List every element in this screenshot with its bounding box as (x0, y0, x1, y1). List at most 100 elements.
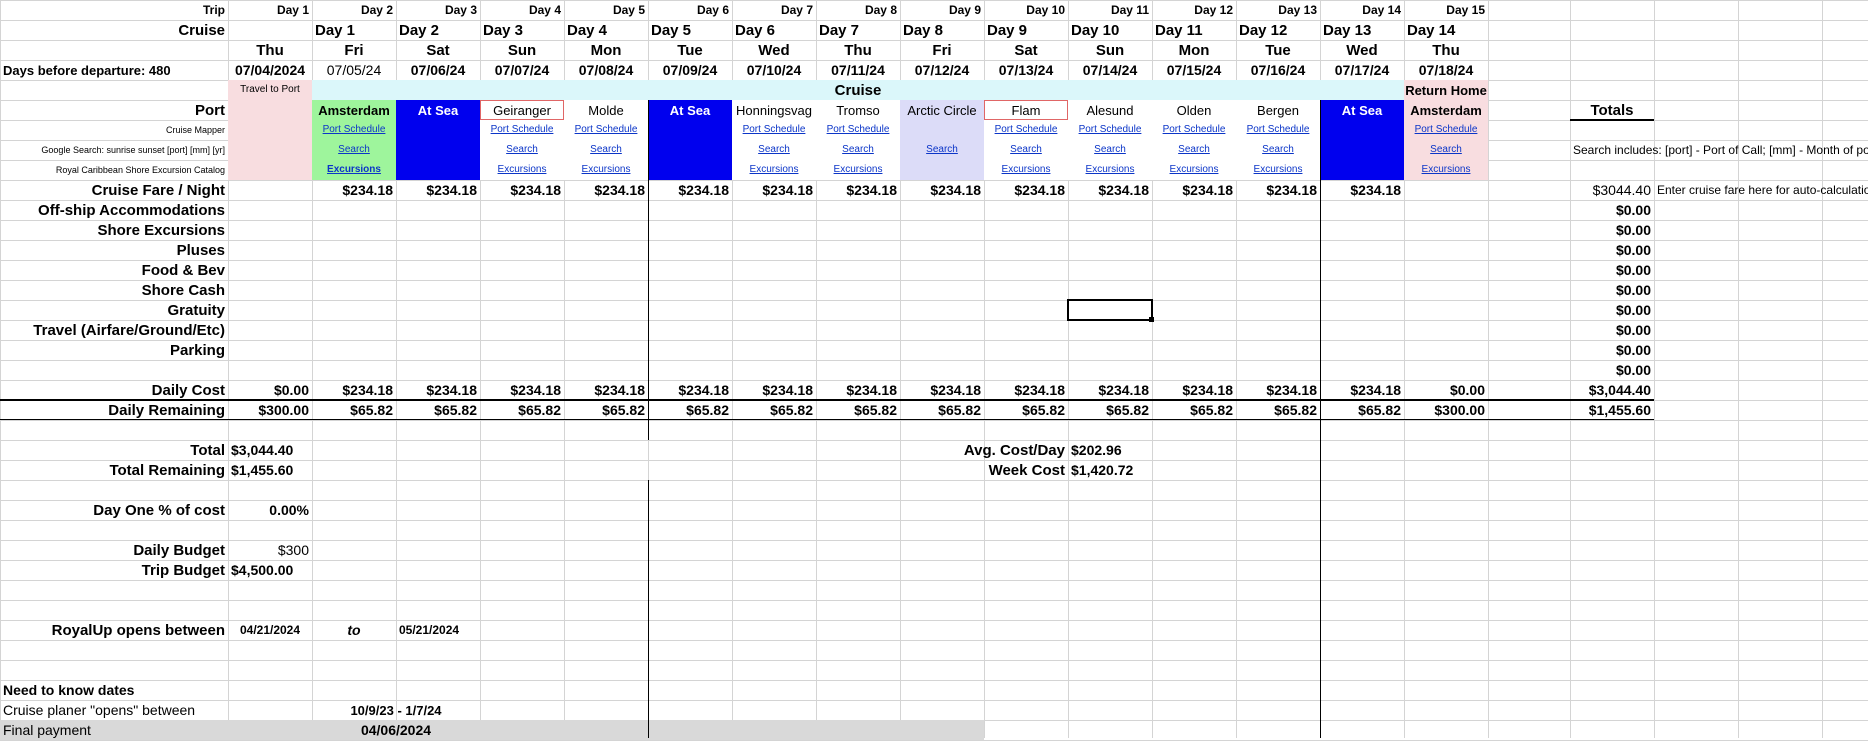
total-remaining-value: $1,455.60 (231, 462, 294, 478)
expense-value[interactable]: $234.18 (396, 180, 480, 200)
expense-value[interactable]: $234.18 (1152, 180, 1236, 200)
trip-day-header: Day 10 (1026, 3, 1065, 17)
date-header: 07/18/24 (1418, 62, 1474, 78)
trip-day-header: Day 2 (360, 3, 393, 17)
cruise-day-header: Day 11 (1155, 21, 1203, 39)
expense-label: Shore Cash (141, 281, 225, 299)
link-cell[interactable]: Port Schedule (1236, 120, 1320, 140)
weekday-header: Fri (932, 41, 952, 59)
weekday-header: Sat (1014, 41, 1038, 59)
expense-total: $0.00 (1615, 222, 1651, 238)
expense-value[interactable]: $234.18 (1068, 180, 1152, 200)
need-to-know-title: Need to know dates (3, 682, 135, 698)
link-cell[interactable]: Search (480, 140, 564, 160)
link-cell[interactable]: Search (900, 140, 984, 160)
expense-total: $0.00 (1615, 322, 1651, 338)
link-cell[interactable]: Search (816, 140, 900, 160)
expense-value[interactable]: $234.18 (1236, 180, 1320, 200)
link-cell[interactable]: Port Schedule (816, 120, 900, 140)
link-cell[interactable]: Port Schedule (312, 120, 396, 140)
expense-label: Off-ship Accommodations (38, 201, 225, 219)
expense-total: $0.00 (1615, 302, 1651, 318)
trip-day-header: Day 7 (780, 3, 813, 17)
segment-return-home: Return Home (1404, 80, 1488, 100)
link-cell[interactable]: Excursions (312, 160, 396, 180)
port-cell: Olden (1152, 100, 1236, 120)
link-cell[interactable]: Search (564, 140, 648, 160)
expense-value[interactable] (228, 180, 312, 200)
link-cell-empty (1320, 160, 1404, 180)
link-cell[interactable]: Excursions (1404, 160, 1488, 180)
total-label: Total (190, 441, 225, 459)
expense-total: $0.00 (1615, 242, 1651, 258)
link-cell[interactable]: Port Schedule (564, 120, 648, 140)
trip-day-header: Day 11 (1110, 3, 1149, 17)
date-header: 07/05/24 (326, 62, 382, 78)
link-cell[interactable]: Excursions (984, 160, 1068, 180)
expense-value[interactable] (1404, 180, 1488, 200)
week-divider-right (1320, 100, 1321, 738)
selected-cell[interactable] (1067, 299, 1153, 321)
cruise-day-header: Day 6 (735, 21, 776, 39)
day-one-value: 0.00% (269, 502, 309, 518)
link-cell[interactable]: Search (1068, 140, 1152, 160)
weekday-header: Sun (507, 41, 537, 59)
link-cell[interactable]: Excursions (1068, 160, 1152, 180)
weekday-header: Tue (1265, 41, 1291, 59)
expense-value[interactable]: $234.18 (1320, 180, 1404, 200)
link-cell-empty (648, 120, 732, 140)
link-cell[interactable]: Excursions (1152, 160, 1236, 180)
link-cell[interactable]: Port Schedule (480, 120, 564, 140)
link-cell[interactable]: Search (1152, 140, 1236, 160)
expense-value[interactable]: $234.18 (816, 180, 900, 200)
link-cell[interactable]: Port Schedule (1404, 120, 1488, 140)
link-cell[interactable]: Search (1236, 140, 1320, 160)
expense-value[interactable]: $234.18 (648, 180, 732, 200)
daily-remaining-value: $65.82 (1022, 402, 1065, 418)
planner-label: Cruise planer "opens" between (3, 702, 196, 718)
daily-cost-value: $234.18 (678, 382, 729, 398)
totals-header: Totals (1590, 101, 1634, 119)
link-cell[interactable]: Port Schedule (732, 120, 816, 140)
expense-value[interactable]: $234.18 (564, 180, 648, 200)
expense-value[interactable]: $234.18 (732, 180, 816, 200)
link-cell[interactable]: Search (984, 140, 1068, 160)
link-cell[interactable]: Port Schedule (984, 120, 1068, 140)
link-cell[interactable]: Port Schedule (1152, 120, 1236, 140)
daily-remaining-value: $65.82 (854, 402, 897, 418)
trip-day-header: Day 1 (276, 3, 309, 17)
expense-value[interactable]: $234.18 (312, 180, 396, 200)
expense-label: Cruise Fare / Night (91, 181, 225, 199)
link-cell[interactable]: Search (312, 140, 396, 160)
weekday-header: Sat (426, 41, 450, 59)
link-cell[interactable]: Search (732, 140, 816, 160)
cruise-day-header (228, 20, 312, 40)
date-header: 07/10/24 (746, 62, 802, 78)
link-cell[interactable]: Excursions (480, 160, 564, 180)
port-cell: Arctic Circle (900, 100, 984, 120)
final-payment-value: 04/06/2024 (360, 722, 432, 738)
daily-budget-value[interactable]: $300 (228, 540, 312, 560)
fill-handle[interactable] (1149, 317, 1154, 322)
link-cell[interactable]: Excursions (816, 160, 900, 180)
expense-value[interactable]: $234.18 (900, 180, 984, 200)
expense-value[interactable]: $234.18 (480, 180, 564, 200)
trip-day-header: Day 5 (612, 3, 645, 17)
total-remaining-label: Total Remaining (109, 461, 225, 479)
cruise-day-header: Day 7 (819, 21, 860, 39)
link-cell[interactable]: Port Schedule (1068, 120, 1152, 140)
date-header: 07/09/24 (662, 62, 718, 78)
daily-remaining-label: Daily Remaining (108, 401, 225, 419)
link-cell[interactable]: Excursions (564, 160, 648, 180)
spreadsheet-grid[interactable]: Trip Day 1 Day 2 Day 3 Day 4 Day 5 Day 6 Day 7 D… (0, 0, 1868, 741)
port-cell: Flam (984, 100, 1068, 120)
link-cell[interactable]: Search (1404, 140, 1488, 160)
daily-remaining-value: $65.82 (686, 402, 729, 418)
link-cell[interactable]: Excursions (732, 160, 816, 180)
expense-label: Food & Bev (141, 261, 225, 279)
expense-value[interactable]: $234.18 (984, 180, 1068, 200)
link-cell[interactable]: Excursions (1236, 160, 1320, 180)
avg-cost-value: $202.96 (1071, 442, 1122, 458)
daily-remaining-value: $65.82 (1106, 402, 1149, 418)
link-cell-empty (1320, 140, 1404, 160)
